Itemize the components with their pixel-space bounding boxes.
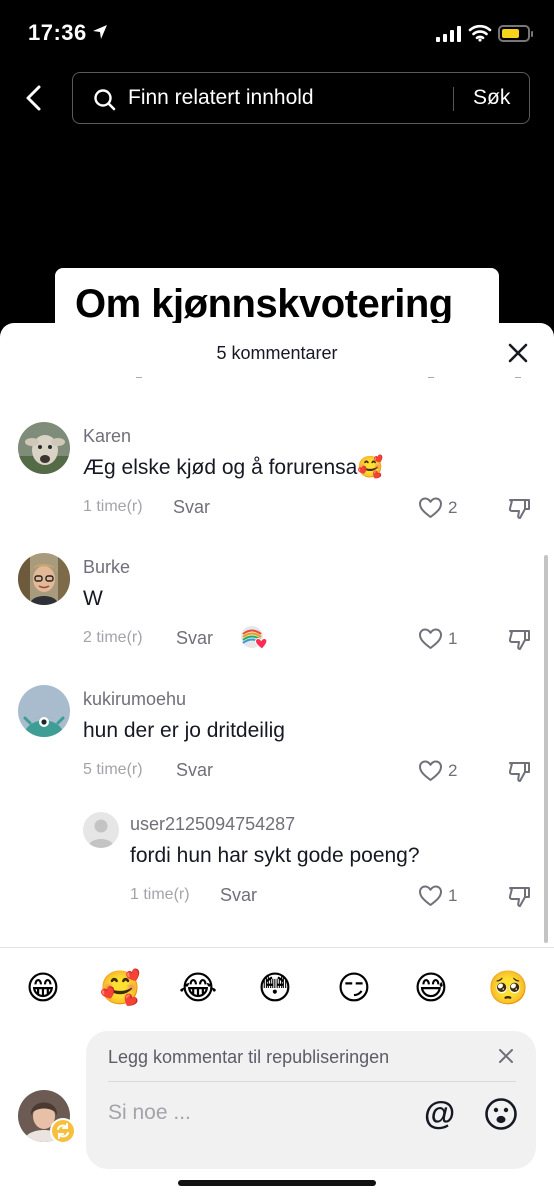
comment-timestamp: 2 time(r) (83, 629, 143, 646)
avatar[interactable] (18, 685, 70, 737)
comment-timestamp: 1 time(r) (83, 498, 143, 515)
dislike-icon[interactable] (507, 759, 531, 783)
avatar[interactable] (83, 812, 119, 848)
repost-icon (50, 1118, 76, 1144)
status-bar: 17:36 (0, 0, 554, 70)
dislike-icon[interactable] (507, 627, 531, 651)
reply-button[interactable]: Svar (173, 497, 210, 518)
emoji-hearts-button[interactable]: 🥰 (98, 967, 142, 1009)
comment-username[interactable]: Burke (83, 557, 130, 578)
reply-button[interactable]: Svar (220, 885, 257, 906)
emoji-flushed-button[interactable]: 😳 (253, 967, 297, 1009)
divider (0, 947, 554, 948)
like-count: 2 (448, 498, 458, 517)
comment-username[interactable]: kukirumoehu (83, 689, 186, 710)
search-icon (94, 89, 116, 111)
back-arrow-icon[interactable] (22, 84, 46, 112)
comment-input[interactable]: Si noe ... (108, 1101, 191, 1125)
scrolled-content-edge (515, 375, 521, 378)
heart-icon (419, 497, 442, 518)
status-time: 17:36 (28, 20, 87, 45)
heart-icon (419, 885, 442, 906)
dislike-icon[interactable] (507, 496, 531, 520)
comment-text: W (83, 587, 103, 610)
search-placeholder[interactable]: Finn relatert innhold (128, 86, 314, 110)
like-button[interactable]: 1 (418, 884, 478, 908)
comment-username[interactable]: Karen (83, 426, 131, 447)
close-icon[interactable] (508, 343, 528, 363)
video-title: Om kjønnskvotering (75, 282, 453, 326)
related-content-search[interactable]: Finn relatert innhold Søk (72, 72, 530, 124)
dislike-icon[interactable] (507, 884, 531, 908)
like-button[interactable]: 2 (418, 496, 478, 520)
like-button[interactable]: 1 (418, 627, 478, 651)
emoji-picker-icon[interactable] (484, 1097, 518, 1131)
like-button[interactable]: 2 (418, 759, 478, 783)
search-button[interactable]: Søk (473, 86, 510, 110)
scrolled-content-edge (136, 375, 142, 378)
like-count: 2 (448, 761, 458, 780)
avatar[interactable] (18, 553, 70, 605)
comment-text: Æg elske kjød og å forurensa🥰 (83, 456, 384, 479)
emoji-pleading-button[interactable]: 🥺 (486, 967, 530, 1009)
battery-icon (498, 25, 533, 42)
comment-text: fordi hun har sykt gode poeng? (130, 844, 420, 867)
comments-sheet: 5 kommentarer Karen Æg elske kjød og å f… (0, 323, 554, 1200)
emoji-sweat-smile-button[interactable]: 😅 (409, 967, 453, 1009)
heart-icon (419, 760, 442, 781)
emoji-laugh-button[interactable]: 😂 (176, 967, 220, 1009)
comment-timestamp: 1 time(r) (130, 886, 190, 903)
emoji-grin-button[interactable]: 😁 (21, 967, 65, 1009)
location-arrow-icon (93, 25, 107, 39)
creator-liked-badge-icon (241, 626, 268, 650)
like-count: 1 (448, 629, 458, 648)
comment-timestamp: 5 time(r) (83, 761, 143, 778)
reply-button[interactable]: Svar (176, 628, 213, 649)
heart-icon (419, 628, 442, 649)
emoji-smirk-button[interactable]: 😏 (332, 967, 376, 1009)
like-count: 1 (448, 886, 458, 905)
avatar[interactable] (18, 422, 70, 474)
scrolled-content-edge (428, 375, 434, 378)
comment-text: hun der er jo dritdeilig (83, 719, 285, 742)
divider (108, 1081, 516, 1082)
home-indicator (178, 1180, 376, 1186)
quick-emoji-bar: 😁 🥰 😂 😳 😏 😅 🥺 (0, 967, 554, 1011)
repost-comment-label: Legg kommentar til republiseringen (108, 1047, 390, 1067)
mention-button[interactable]: @ (424, 1095, 455, 1131)
scrollbar[interactable] (544, 555, 548, 943)
cellular-signal-icon (436, 26, 461, 42)
close-icon[interactable] (498, 1048, 514, 1064)
comments-count-title: 5 kommentarer (216, 343, 338, 363)
search-divider (453, 87, 454, 111)
wifi-icon (468, 24, 492, 42)
reply-button[interactable]: Svar (176, 760, 213, 781)
comment-username[interactable]: user2125094754287 (130, 814, 295, 835)
comment-composer: Legg kommentar til republiseringen Si no… (86, 1031, 536, 1169)
